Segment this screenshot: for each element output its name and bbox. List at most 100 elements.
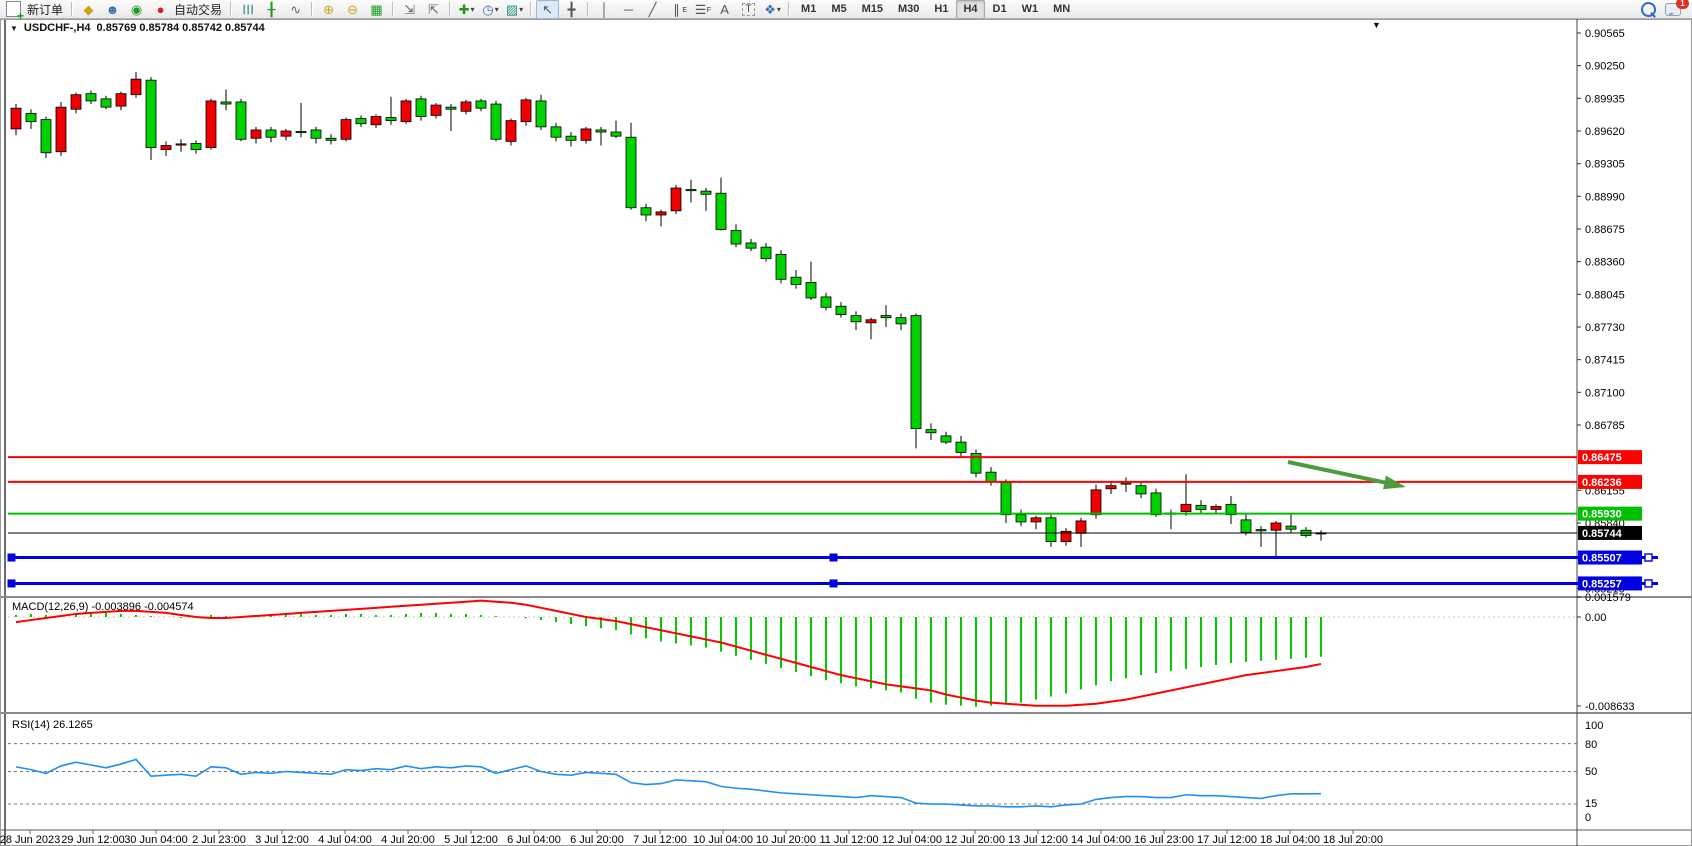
candle-body	[1106, 486, 1116, 489]
vertical-line-button[interactable]: │	[593, 0, 616, 19]
crosshair-button[interactable]: ╋	[560, 0, 583, 19]
candlestick-chart-button[interactable]: ╂	[260, 0, 283, 19]
timeframe-mn[interactable]: MN	[1046, 0, 1077, 19]
candle-body	[1196, 505, 1206, 509]
arrow-annotation[interactable]	[1288, 462, 1406, 489]
text-icon: A	[720, 1, 729, 18]
trendline-button[interactable]: ╱	[641, 0, 664, 19]
timeframe-h1[interactable]: H1	[927, 0, 955, 19]
timeframe-w1[interactable]: W1	[1015, 0, 1046, 19]
candle-body	[536, 101, 546, 127]
svg-text:100: 100	[1585, 720, 1603, 732]
chat-button[interactable]: 1	[1661, 0, 1684, 19]
time-label: 3 Jul 12:00	[255, 834, 309, 846]
candle-body	[731, 231, 741, 244]
svg-text:-0.008633: -0.008633	[1585, 701, 1635, 713]
candle-body	[266, 130, 276, 137]
svg-text:0.89935: 0.89935	[1585, 93, 1625, 105]
chart-shift-button[interactable]: ⇱	[422, 0, 445, 19]
zoom-out-button[interactable]: ⊖	[341, 0, 364, 19]
candle-body	[86, 94, 96, 101]
candle-body	[146, 80, 156, 147]
toolbar-separator	[392, 2, 394, 16]
line-handle[interactable]	[8, 554, 15, 561]
line-chart-button[interactable]: ∿	[284, 0, 307, 19]
text-button[interactable]: A	[713, 0, 736, 19]
timeframe-m15[interactable]: M15	[855, 0, 890, 19]
svg-text:0.85930: 0.85930	[1582, 509, 1622, 521]
candle-body	[401, 101, 411, 122]
candle-body	[56, 107, 66, 152]
fibonacci-icon: ☰	[695, 1, 707, 18]
candle-body	[1031, 518, 1041, 522]
text-label-button[interactable]: T	[737, 0, 760, 19]
line-handle[interactable]	[8, 580, 15, 587]
candle-body	[311, 130, 321, 138]
candle-body	[926, 430, 936, 433]
dropdown-arrow-icon: ▾	[519, 1, 523, 18]
text-label-icon: T	[742, 3, 755, 16]
candle-body	[1016, 515, 1026, 522]
candle-body	[446, 107, 456, 109]
candle-body	[911, 316, 921, 429]
zoom-in-icon: ⊕	[323, 1, 334, 18]
fibonacci-button[interactable]: ☰F	[689, 0, 712, 19]
auto-scroll-button[interactable]: ⇲	[398, 0, 421, 19]
cursor-button[interactable]: ↖	[536, 0, 559, 19]
autotrading-button[interactable]: ●	[149, 0, 172, 19]
new-order-button[interactable]	[2, 0, 25, 19]
svg-text:0.85744: 0.85744	[1582, 528, 1623, 540]
toolbar-separator	[449, 2, 451, 16]
autotrading-label[interactable]: 自动交易	[173, 1, 226, 18]
svg-text:0.001579: 0.001579	[1585, 592, 1631, 604]
zoom-in-button[interactable]: ⊕	[317, 0, 340, 19]
svg-text:0.85257: 0.85257	[1582, 578, 1622, 590]
window-menu-marker-icon[interactable]: ▼	[1372, 20, 1381, 30]
candle-body	[746, 243, 756, 248]
search-button[interactable]	[1637, 0, 1660, 19]
timeframe-m30[interactable]: M30	[891, 0, 926, 19]
timeframe-d1[interactable]: D1	[986, 0, 1014, 19]
timeframe-m1[interactable]: M1	[794, 0, 823, 19]
signals-button[interactable]: ◉	[125, 0, 148, 19]
candle-body	[656, 212, 666, 215]
arrows-tool-button[interactable]: ❖▾	[761, 0, 784, 19]
market-watch-button[interactable]: ◆	[77, 0, 100, 19]
profile-button[interactable]: ☻	[101, 0, 124, 19]
candle-body	[701, 191, 711, 194]
chart-shift-icon: ⇱	[428, 1, 439, 18]
price-lines-layer[interactable]: 0.864750.862360.859300.857440.855070.852…	[8, 450, 1658, 590]
tile-windows-button[interactable]: ▦	[365, 0, 388, 19]
time-label: 4 Jul 04:00	[318, 834, 372, 846]
templates-button[interactable]: ▨▾	[503, 0, 526, 19]
time-label: 12 Jul 20:00	[945, 834, 1005, 846]
new-order-icon	[6, 1, 21, 17]
line-handle[interactable]	[830, 580, 837, 587]
macd-label: MACD(12,26,9) -0.003896 -0.004574	[12, 601, 194, 613]
svg-text:0: 0	[1585, 812, 1591, 824]
new-order-label[interactable]: 新订单	[26, 1, 67, 18]
chart-menu-triangle-icon[interactable]: ▼	[10, 24, 18, 33]
bar-chart-button[interactable]: ☰	[236, 0, 259, 19]
candle-body	[431, 105, 441, 115]
time-label: 7 Jul 12:00	[633, 834, 687, 846]
line-handle[interactable]	[1645, 554, 1652, 561]
candle-body	[611, 132, 621, 136]
time-axis[interactable]: 28 Jun 202329 Jun 12:0030 Jun 04:002 Jul…	[0, 830, 1383, 846]
chart-ohlc-quotes: 0.85769 0.85784 0.85742 0.85744	[97, 22, 265, 34]
chat-badge: 1	[1676, 0, 1689, 9]
timeframe-h4[interactable]: H4	[956, 0, 984, 19]
equidistant-channel-button[interactable]: ∥E	[665, 0, 688, 19]
timeframe-m5[interactable]: M5	[824, 0, 853, 19]
chart-window-title: ▼ USDCHF-,H4 0.85769 0.85784 0.85742 0.8…	[10, 22, 265, 34]
indicators-button[interactable]: ✚▾	[455, 0, 478, 19]
horizontal-line-button[interactable]: ─	[617, 0, 640, 19]
line-handle[interactable]	[830, 554, 837, 561]
chart-canvas[interactable]: 0.905650.902500.899350.896200.893050.889…	[0, 0, 1692, 846]
toolbar-separator	[311, 2, 313, 16]
candle-body	[476, 101, 486, 108]
line-handle[interactable]	[1645, 580, 1652, 587]
svg-text:0.88045: 0.88045	[1585, 289, 1625, 301]
periods-button[interactable]: ◷▾	[479, 0, 502, 19]
time-label: 5 Jul 12:00	[444, 834, 498, 846]
